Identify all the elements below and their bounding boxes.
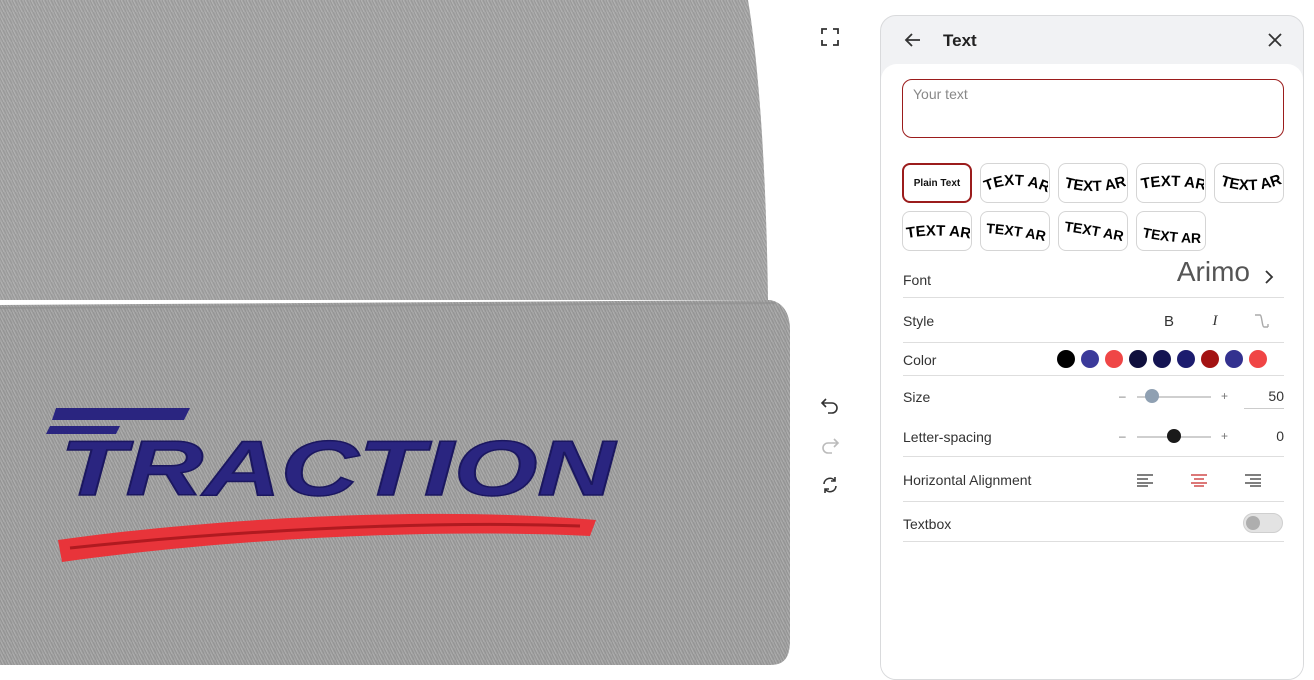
- curve-button[interactable]: [1249, 309, 1273, 333]
- text-art-preview: TEXT ART: [1138, 213, 1201, 246]
- align-right-icon: [1245, 474, 1261, 487]
- text-art-preview: TEXT ART: [1216, 165, 1282, 194]
- italic-label: I: [1212, 312, 1218, 329]
- color-swatch[interactable]: [1129, 350, 1147, 368]
- svg-text:TEXT ART: TEXT ART: [982, 165, 1048, 196]
- close-button[interactable]: [1263, 28, 1287, 52]
- color-swatch[interactable]: [1177, 350, 1195, 368]
- redo-button[interactable]: [815, 430, 845, 460]
- toggle-knob: [1246, 516, 1260, 530]
- letter-spacing-decrease[interactable]: –: [1119, 429, 1126, 443]
- alignment-row: Horizontal Alignment: [903, 457, 1284, 502]
- undo-icon: [820, 398, 838, 414]
- panel-body: Plain Text TEXT ART TEXT ART TEXT ART TE…: [881, 64, 1303, 679]
- text-style-descend[interactable]: TEXT ART: [1136, 211, 1206, 251]
- color-swatch[interactable]: [1153, 350, 1171, 368]
- svg-text:TEXT ART: TEXT ART: [1060, 165, 1126, 195]
- letter-spacing-row: Letter-spacing – + 0: [903, 416, 1284, 457]
- size-label: Size: [903, 389, 931, 405]
- reset-button[interactable]: [815, 470, 845, 500]
- svg-text:TEXT ART: TEXT ART: [1138, 213, 1201, 246]
- text-style-plain[interactable]: Plain Text: [902, 163, 972, 203]
- align-left-button[interactable]: [1133, 468, 1157, 492]
- color-swatch[interactable]: [1105, 350, 1123, 368]
- color-swatch[interactable]: [1201, 350, 1219, 368]
- text-panel: Text Plain Text TEXT ART TEXT ART TEXT A…: [880, 15, 1304, 680]
- size-increase[interactable]: +: [1221, 389, 1228, 403]
- letter-spacing-increase[interactable]: +: [1221, 429, 1228, 443]
- svg-text:TEXT ART: TEXT ART: [1060, 213, 1125, 244]
- style-row: Style B I: [903, 298, 1284, 343]
- fullscreen-button[interactable]: [815, 22, 845, 52]
- text-art-preview: TEXT ART: [982, 213, 1047, 244]
- svg-text:TEXT ART: TEXT ART: [982, 213, 1047, 244]
- text-style-valley[interactable]: TEXT ART: [1214, 163, 1284, 203]
- panel-header: Text: [881, 16, 1303, 64]
- font-row[interactable]: Font Arimo: [903, 256, 1284, 298]
- svg-text:TEXT ART: TEXT ART: [1216, 165, 1282, 194]
- color-swatch[interactable]: [1057, 350, 1075, 368]
- italic-button[interactable]: I: [1203, 309, 1227, 333]
- traction-logo: TRACTION: [46, 408, 618, 513]
- svg-text:TRACTION: TRACTION: [60, 424, 617, 512]
- curve-text-icon: [1255, 314, 1269, 328]
- color-swatch[interactable]: [1225, 350, 1243, 368]
- text-style-arc-down[interactable]: TEXT ART: [1058, 163, 1128, 203]
- font-value[interactable]: Arimo: [1177, 256, 1250, 288]
- chevron-right-icon[interactable]: [1262, 262, 1276, 292]
- bold-label: B: [1163, 312, 1174, 330]
- text-art-preview: TEXT ART: [1060, 165, 1126, 195]
- align-center-icon: [1191, 474, 1207, 487]
- text-art-preview: TEXT ART: [1138, 165, 1204, 194]
- color-label: Color: [903, 352, 937, 368]
- textbox-row: Textbox: [903, 502, 1284, 542]
- svg-text:TEXT ART: TEXT ART: [904, 213, 970, 242]
- bold-button[interactable]: B: [1157, 309, 1181, 333]
- close-icon: [1268, 33, 1282, 47]
- letter-spacing-value[interactable]: 0: [1244, 424, 1284, 448]
- letter-spacing-slider-thumb[interactable]: [1167, 429, 1181, 443]
- text-style-slant[interactable]: TEXT ART: [1058, 211, 1128, 251]
- alignment-label: Horizontal Alignment: [903, 472, 1032, 488]
- letter-spacing-label: Letter-spacing: [903, 429, 992, 445]
- arrow-left-icon: [904, 33, 920, 47]
- text-art-preview: TEXT ART: [982, 165, 1048, 196]
- redo-icon: [822, 438, 840, 454]
- align-left-icon: [1137, 474, 1153, 487]
- refresh-icon: [823, 477, 837, 493]
- text-input[interactable]: [902, 79, 1284, 138]
- style-label: Style: [903, 313, 935, 329]
- text-style-rise[interactable]: TEXT ART: [980, 211, 1050, 251]
- font-label: Font: [903, 272, 932, 288]
- fullscreen-icon: [821, 28, 839, 46]
- text-style-arc-up[interactable]: TEXT ART: [980, 163, 1050, 203]
- text-style-pinch[interactable]: TEXT ART: [902, 211, 972, 251]
- size-decrease[interactable]: –: [1119, 389, 1126, 403]
- align-center-button[interactable]: [1187, 468, 1211, 492]
- size-slider-thumb[interactable]: [1144, 389, 1159, 403]
- panel-title: Text: [943, 31, 977, 50]
- textbox-toggle[interactable]: [1243, 513, 1283, 533]
- text-art-preview: TEXT ART: [1060, 213, 1125, 244]
- textbox-label: Textbox: [903, 516, 952, 532]
- beanie-product-image: TRACTION: [0, 0, 790, 665]
- color-swatch[interactable]: [1081, 350, 1099, 368]
- svg-text:TEXT ART: TEXT ART: [1138, 165, 1204, 194]
- text-art-preview: TEXT ART: [904, 213, 970, 242]
- text-style-bridge[interactable]: TEXT ART: [1136, 163, 1206, 203]
- color-swatch[interactable]: [1249, 350, 1267, 368]
- color-row: Color: [903, 343, 1284, 376]
- design-canvas[interactable]: TRACTION: [0, 0, 860, 665]
- text-style-label: Plain Text: [913, 177, 961, 189]
- size-value[interactable]: 50: [1244, 384, 1284, 409]
- back-button[interactable]: [901, 28, 925, 52]
- size-row: Size – + 50: [903, 376, 1284, 416]
- undo-button[interactable]: [815, 390, 845, 420]
- align-right-button[interactable]: [1241, 468, 1265, 492]
